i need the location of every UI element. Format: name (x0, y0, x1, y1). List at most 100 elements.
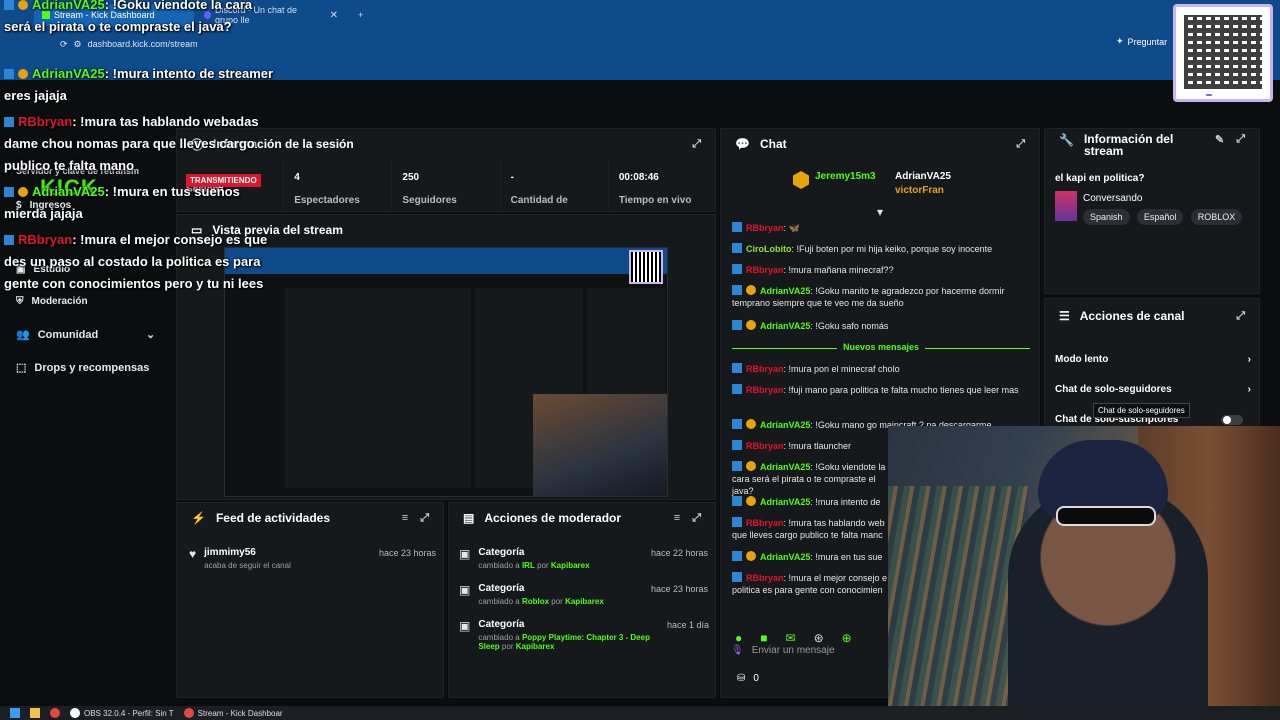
chat-text: : !Fuji boten por mi hija keiko, porque … (791, 244, 993, 254)
stat-followers: 250 Seguidores (392, 160, 501, 210)
stream-tags: Spanish Español ROBLOX (1083, 209, 1246, 225)
mod-action-by: por (551, 597, 563, 606)
taskbar-item-kick[interactable]: Stream - Kick Dashboar (183, 708, 283, 718)
kick-badge-icon (4, 69, 14, 79)
activity-feed-panel: ⚡ Feed de actividades ≡ ⤢ ♥ jimmimy56 aca… (176, 502, 444, 698)
chat-message: AdrianVA25: !Goku safo nomás (732, 320, 1032, 332)
expand-icon[interactable]: ⤢ (692, 138, 701, 151)
plus-icon: + (358, 10, 364, 20)
chat-user[interactable]: AdrianVA25 (760, 462, 810, 472)
close-icon[interactable]: ✕ (330, 10, 338, 21)
chat-text: : !fuji mano para politica te falta much… (783, 385, 1019, 395)
ask-label: Preguntar (1127, 36, 1168, 47)
chat-user[interactable]: RBbryan (746, 364, 784, 374)
stat-label: Cantidad de (510, 195, 568, 206)
expand-icon[interactable]: ⤢ (1236, 133, 1245, 146)
chat-message: AdrianVA25: !mura intento de (732, 496, 888, 508)
chat-user[interactable]: CiroLobito (746, 244, 792, 254)
kick-badge-icon (4, 187, 14, 197)
chat-user[interactable]: RBbryan (746, 518, 784, 528)
ask-button[interactable]: ✦ Preguntar (1116, 36, 1167, 47)
reload-icon[interactable]: ⟳ (60, 39, 68, 50)
tag-pill[interactable]: Spanish (1083, 209, 1130, 225)
kick-badge-icon (4, 235, 14, 245)
stream-preview-video[interactable] (224, 247, 668, 497)
expand-icon[interactable]: ⤢ (420, 512, 429, 525)
site-info-icon[interactable]: ⚙ (74, 39, 82, 50)
chat-user[interactable]: AdrianVA25 (760, 497, 810, 507)
chrome-icon[interactable] (50, 708, 60, 718)
kick-badge-icon (4, 0, 14, 10)
chat-user[interactable]: AdrianVA25 (760, 420, 810, 430)
tag-pill[interactable]: Español (1136, 209, 1184, 225)
qr-code-icon (1184, 15, 1262, 89)
chat-filter-icon[interactable]: ▾ (877, 205, 883, 219)
subscribers-only-toggle[interactable] (1221, 415, 1243, 425)
stat-label: Seguidores (402, 195, 457, 206)
mod-action-time: hace 23 horas (651, 584, 709, 594)
chat-user[interactable]: RBbryan (746, 265, 784, 275)
folder-icon[interactable] (30, 708, 40, 718)
stat-value: 00:08:46 (618, 172, 659, 183)
mod-action-mod[interactable]: Kapibarex (565, 597, 604, 606)
sidebar-item-drops[interactable]: ⬚ Drops y recompensas (16, 361, 150, 375)
chat-user[interactable]: RBbryan (746, 441, 784, 451)
wrench-icon: 🔧 (1059, 133, 1074, 147)
stream-category[interactable]: Conversando (1083, 193, 1142, 204)
sidebar-item-label: Drops y recompensas (34, 361, 150, 374)
filter-icon[interactable]: ≡ (402, 512, 408, 525)
kick-badge-icon (732, 285, 742, 295)
stat-label: Espectadores (294, 195, 360, 206)
gifter-badge-icon (18, 187, 28, 197)
gifter-badge-icon (746, 461, 756, 471)
overlay-user: AdrianVA25 (32, 0, 105, 12)
expand-icon[interactable]: ⤢ (1236, 310, 1245, 323)
mod-action-target[interactable]: IRL (522, 561, 535, 570)
panel-title: Chat (759, 137, 787, 151)
mod-action-item: ▣ Categoría cambiado a Roblox por Kapiba… (459, 583, 604, 606)
followers-only-row[interactable]: Chat de solo-seguidores › (1055, 384, 1251, 395)
expand-icon[interactable]: ⤢ (1016, 138, 1025, 151)
filter-icon[interactable]: ≡ (674, 512, 680, 525)
mod-action-name: Categoría (478, 619, 525, 630)
overlay-chat-line: AdrianVA25: !Goku viendote la cara será … (4, 0, 274, 38)
new-tab-button[interactable]: + (350, 4, 370, 26)
sidebar-item-moderation[interactable]: ⛨ Moderación (16, 296, 88, 307)
chat-user[interactable]: AdrianVA25 (760, 286, 810, 296)
chat-message: RBbryan: !mura el mejor consejo e politi… (732, 572, 888, 596)
sidebar-item-label: Moderación (31, 296, 88, 307)
kick-badge-icon (4, 117, 14, 127)
top-chatter-2[interactable]: AdrianVA25 (895, 171, 951, 182)
chat-text: : !mura pon el minecraf cholo (783, 364, 900, 374)
sidebar-item-label: Comunidad (37, 328, 99, 341)
windows-start-icon[interactable] (10, 708, 20, 718)
edit-icon[interactable]: ✎ (1215, 133, 1224, 146)
mod-action-mod[interactable]: Kapibarex (516, 642, 555, 651)
sparkle-icon: ✦ (1116, 36, 1124, 46)
chat-user[interactable]: RBbryan (746, 573, 784, 583)
chat-user[interactable]: AdrianVA25 (760, 321, 810, 331)
kick-badge-icon (732, 461, 742, 471)
mod-action-desc: cambiado a Roblox por Kapibarex (478, 597, 603, 606)
top-chatter-3[interactable]: victorFran (895, 185, 944, 196)
kick-badge-icon (732, 517, 742, 527)
mod-action-target[interactable]: Roblox (522, 597, 549, 606)
mod-action-mod[interactable]: Kapibarex (551, 561, 590, 570)
slow-mode-row[interactable]: Modo lento › (1055, 354, 1251, 365)
tag-pill[interactable]: ROBLOX (1190, 209, 1243, 225)
expand-icon[interactable]: ⤢ (692, 512, 701, 525)
chat-user[interactable]: RBbryan (746, 223, 784, 233)
chat-input[interactable]: 🎙 Enviar un mensaje (731, 639, 891, 661)
activity-user[interactable]: jimmimy56 (204, 547, 291, 558)
top-chatter-1[interactable]: Jeremy15m3 (815, 171, 876, 182)
chat-header: 💬 Chat ⤢ (721, 129, 1039, 159)
kick-badge-icon (732, 572, 742, 582)
taskbar-item-obs[interactable]: OBS 32.0.4 - Perfil: Sin T (70, 708, 174, 718)
chat-user[interactable]: AdrianVA25 (760, 552, 810, 562)
sidebar-item-community[interactable]: 👥 Comunidad ⌄ (16, 328, 155, 342)
chrome-icon (183, 708, 194, 718)
overlay-user: RBbryan (18, 114, 73, 129)
kick-badge-icon (732, 243, 742, 253)
chat-user[interactable]: RBbryan (746, 385, 784, 395)
mod-actions-panel: ▤ Acciones de moderador ≡ ⤢ ▣ Categoría c… (448, 502, 716, 698)
